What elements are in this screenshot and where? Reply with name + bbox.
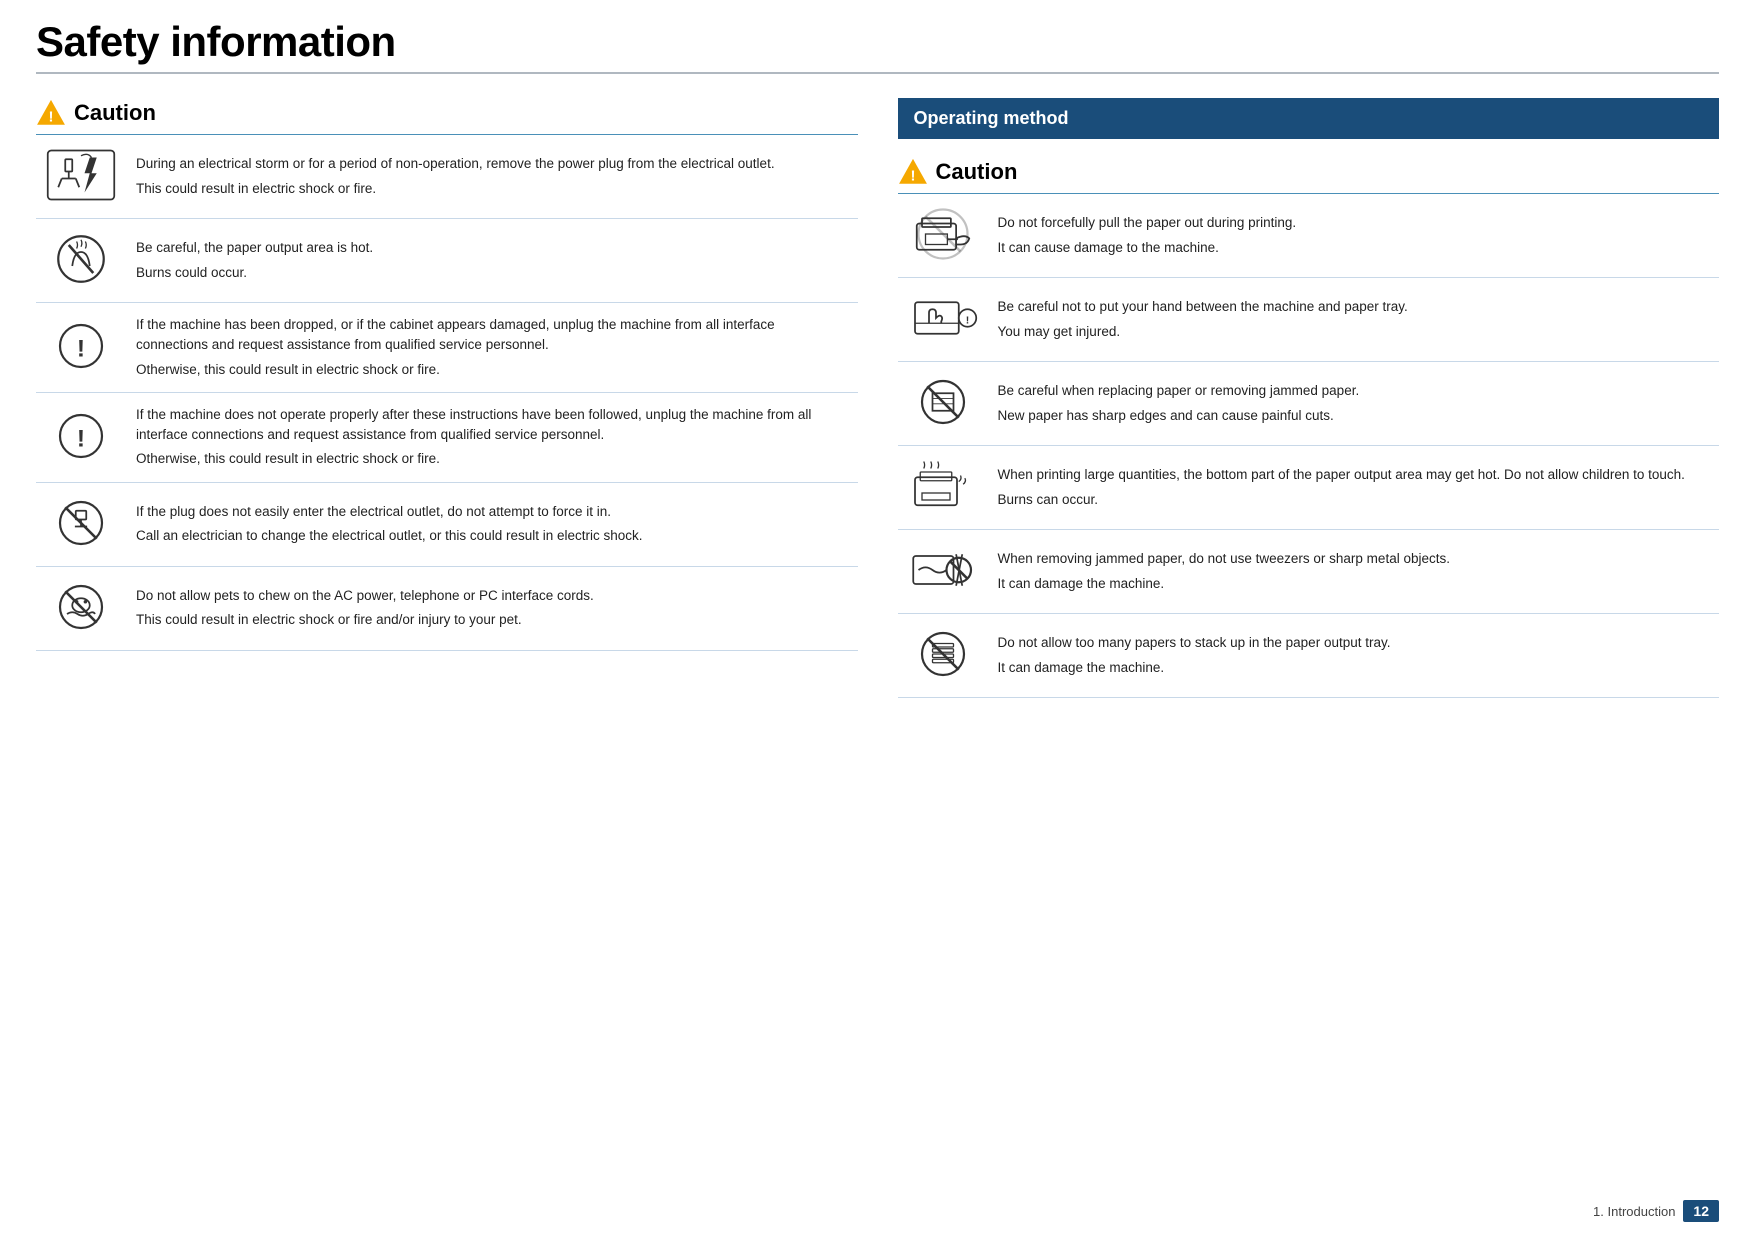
footer-text: 1. Introduction <box>1593 1204 1675 1219</box>
right-caution-header: ! Caution <box>898 157 1720 187</box>
table-row: Do not allow pets to chew on the AC powe… <box>36 566 858 650</box>
icon-cell <box>36 566 126 650</box>
hot-output-icon <box>46 231 116 287</box>
right-safety-table: Do not forcefully pull the paper out dur… <box>898 194 1720 698</box>
icon-cell: ! <box>898 278 988 362</box>
operating-method-title: Operating method <box>914 108 1069 128</box>
icon-cell: ! <box>36 392 126 482</box>
title-divider <box>36 72 1719 74</box>
icon-cell: ! <box>36 303 126 393</box>
svg-text:!: ! <box>910 167 915 184</box>
table-row: When removing jammed paper, do not use t… <box>898 530 1720 614</box>
text-cell: If the machine does not operate properly… <box>126 392 858 482</box>
text-cell: Do not forcefully pull the paper out dur… <box>988 194 1720 278</box>
caution-triangle-icon: ! <box>36 98 66 128</box>
icon-cell <box>898 614 988 698</box>
exclamation-icon-2: ! <box>46 408 116 464</box>
svg-text:!: ! <box>77 425 85 452</box>
text-cell: If the plug does not easily enter the el… <box>126 482 858 566</box>
icon-cell <box>898 362 988 446</box>
table-row: Be careful, the paper output area is hot… <box>36 219 858 303</box>
table-row: Be careful when replacing paper or remov… <box>898 362 1720 446</box>
icon-cell <box>36 135 126 219</box>
no-stack-icon <box>908 626 978 682</box>
text-cell: When printing large quantities, the bott… <box>988 446 1720 530</box>
text-cell: If the machine has been dropped, or if t… <box>126 303 858 393</box>
hot-output-large-icon <box>908 458 978 514</box>
table-row: ! Be careful not to put your hand betwee… <box>898 278 1720 362</box>
table-row: ! If the machine has been dropped, or if… <box>36 303 858 393</box>
right-caution-title: Caution <box>936 159 1018 185</box>
icon-cell <box>898 194 988 278</box>
left-caution-title: Caution <box>74 100 156 126</box>
operating-method-header: Operating method <box>898 98 1720 139</box>
icon-cell <box>898 446 988 530</box>
text-cell: Do not allow pets to chew on the AC powe… <box>126 566 858 650</box>
caution-triangle-icon-right: ! <box>898 157 928 187</box>
two-column-layout: ! Caution <box>36 98 1719 698</box>
text-cell: Do not allow too many papers to stack up… <box>988 614 1720 698</box>
table-row: If the plug does not easily enter the el… <box>36 482 858 566</box>
svg-text:!: ! <box>965 314 969 326</box>
no-tweezers-icon <box>908 542 978 598</box>
left-caution-header: ! Caution <box>36 98 858 128</box>
text-cell: Be careful, the paper output area is hot… <box>126 219 858 303</box>
no-force-plug-icon <box>46 495 116 551</box>
table-row: Do not forcefully pull the paper out dur… <box>898 194 1720 278</box>
icon-cell <box>898 530 988 614</box>
electrical-storm-icon <box>46 147 116 203</box>
text-cell: When removing jammed paper, do not use t… <box>988 530 1720 614</box>
text-cell: Be careful when replacing paper or remov… <box>988 362 1720 446</box>
no-chew-icon <box>46 579 116 635</box>
icon-cell <box>36 482 126 566</box>
text-cell: Be careful not to put your hand between … <box>988 278 1720 362</box>
no-pull-paper-icon <box>908 206 978 262</box>
svg-text:!: ! <box>77 335 85 362</box>
text-cell: During an electrical storm or for a peri… <box>126 135 858 219</box>
table-row: When printing large quantities, the bott… <box>898 446 1720 530</box>
left-safety-table: During an electrical storm or for a peri… <box>36 135 858 651</box>
table-row: During an electrical storm or for a peri… <box>36 135 858 219</box>
left-column: ! Caution <box>36 98 858 651</box>
table-row: ! If the machine does not operate proper… <box>36 392 858 482</box>
exclamation-icon-1: ! <box>46 318 116 374</box>
page-number: 12 <box>1683 1200 1719 1222</box>
right-column: Operating method ! Caution <box>898 98 1720 698</box>
page-title: Safety information <box>36 18 1719 66</box>
page-footer: 1. Introduction 12 <box>1593 1200 1719 1222</box>
hand-between-machine-icon: ! <box>908 290 978 346</box>
table-row: Do not allow too many papers to stack up… <box>898 614 1720 698</box>
icon-cell <box>36 219 126 303</box>
sharp-paper-icon <box>908 374 978 430</box>
svg-text:!: ! <box>49 108 54 125</box>
